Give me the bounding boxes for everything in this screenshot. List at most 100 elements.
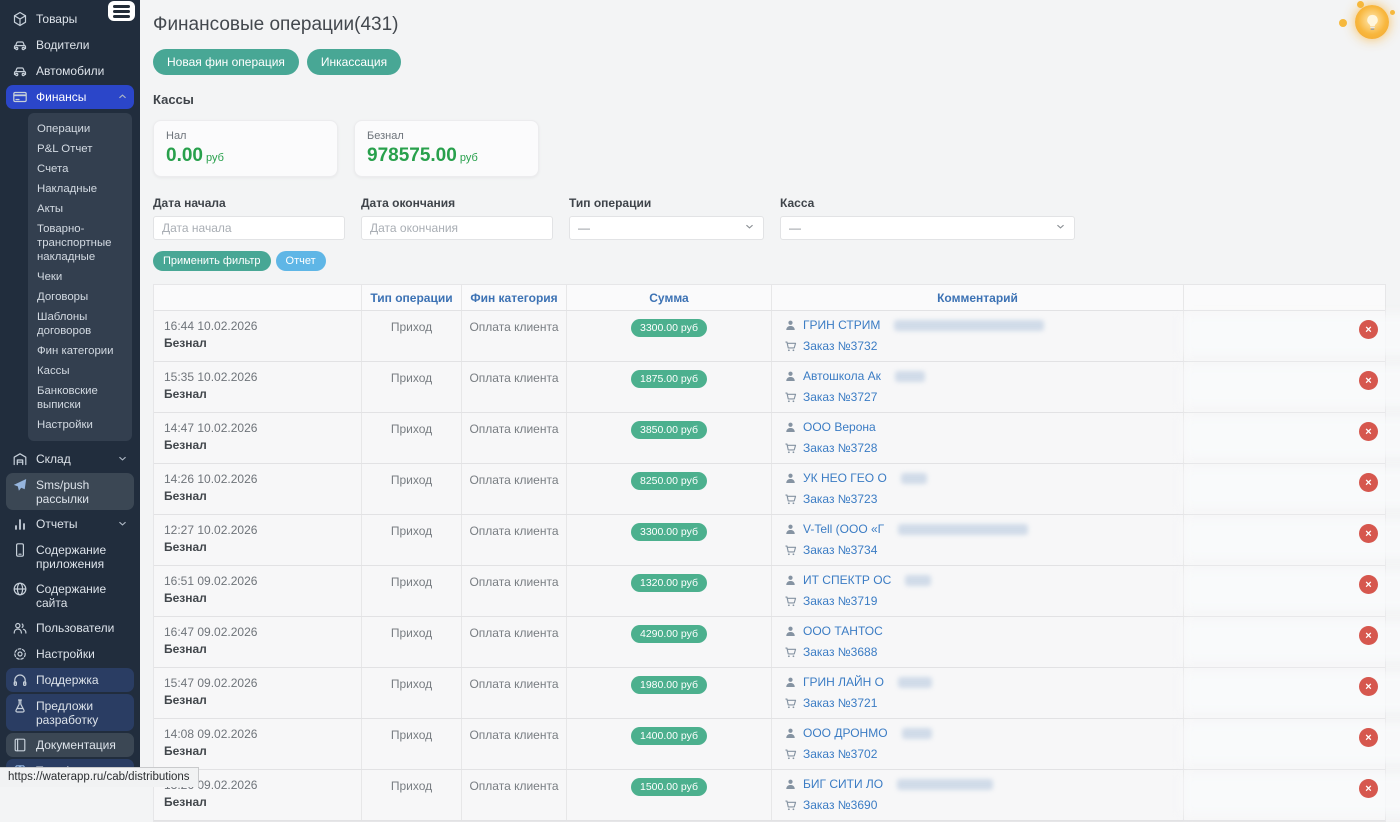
client-link[interactable]: Автошкола Ак	[803, 369, 881, 383]
delete-button[interactable]: ×	[1359, 422, 1378, 441]
order-link[interactable]: Заказ №3688	[803, 645, 877, 659]
cell-fin-category: Оплата клиента	[462, 362, 567, 412]
client-link[interactable]: ООО ДРОНМО	[803, 726, 888, 740]
sidebar-item-suggest-development[interactable]: Предложи разработку	[6, 694, 134, 731]
delete-button[interactable]: ×	[1359, 677, 1378, 696]
cell-operation-type: Приход	[362, 413, 462, 463]
headphones-icon	[12, 672, 28, 688]
sparkle-dot	[1339, 19, 1347, 27]
sidebar-item-reports[interactable]: Отчеты	[6, 512, 134, 536]
cell-operation-type: Приход	[362, 362, 462, 412]
submenu-item[interactable]: Товарно-транспортные накладные	[37, 219, 126, 267]
client-link[interactable]: УК НЕО ГЕО О	[803, 471, 887, 485]
cell-amount: 4290.00 руб	[567, 617, 772, 667]
collection-button[interactable]: Инкассация	[307, 49, 401, 75]
submenu-item[interactable]: Шаблоны договоров	[37, 307, 126, 341]
cell-fin-category: Оплата клиента	[462, 515, 567, 565]
order-link[interactable]: Заказ №3690	[803, 798, 877, 812]
sidebar-item-settings[interactable]: Настройки	[6, 642, 134, 666]
person-icon	[784, 472, 797, 485]
delete-button[interactable]: ×	[1359, 473, 1378, 492]
cell-amount: 1980.00 руб	[567, 668, 772, 718]
submenu-item[interactable]: Счета	[37, 159, 126, 179]
payment-method: Безнал	[164, 489, 353, 503]
client-link[interactable]: ИТ СПЕКТР ОС	[803, 573, 891, 587]
operation-type-select[interactable]: —	[569, 216, 764, 240]
submenu-item[interactable]: Кассы	[37, 361, 126, 381]
order-link[interactable]: Заказ №3727	[803, 390, 877, 404]
delete-button[interactable]: ×	[1359, 626, 1378, 645]
sidebar-item-users[interactable]: Пользователи	[6, 616, 134, 640]
sidebar-item-finances[interactable]: Финансы	[6, 85, 134, 109]
submenu-item[interactable]: Чеки	[37, 267, 126, 287]
whats-new-bulb-icon[interactable]	[1353, 3, 1391, 41]
sidebar-item-label: Содержание приложения	[36, 542, 128, 571]
sidebar-item-site-content[interactable]: Содержание сайта	[6, 577, 134, 614]
person-icon	[784, 778, 797, 791]
phone-icon	[12, 542, 28, 558]
sidebar-item-support[interactable]: Поддержка	[6, 668, 134, 692]
date-end-input[interactable]	[361, 216, 553, 240]
delete-button[interactable]: ×	[1359, 779, 1378, 798]
submenu-item[interactable]: Настройки	[37, 415, 126, 435]
header-empty	[154, 285, 362, 310]
report-button[interactable]: Отчет	[276, 251, 326, 271]
order-link[interactable]: Заказ №3734	[803, 543, 877, 557]
main-content: Финансовые операции(431) Новая фин опера…	[140, 0, 1400, 787]
submenu-item[interactable]: P&L Отчет	[37, 139, 126, 159]
client-link[interactable]: ГРИН ЛАЙН О	[803, 675, 884, 689]
amount-badge: 8250.00 руб	[631, 472, 707, 490]
apply-filter-button[interactable]: Применить фильтр	[153, 251, 271, 271]
page-title: Финансовые операции(431)	[153, 14, 1386, 36]
sidebar-item-sms-push[interactable]: Sms/push рассылки	[6, 473, 134, 510]
client-link[interactable]: ООО ТАНТОС	[803, 624, 883, 638]
cell-actions: ×	[1184, 413, 1385, 463]
cart-icon	[784, 799, 797, 812]
cell-actions: ×	[1184, 464, 1385, 514]
chevron-up-icon	[117, 89, 128, 105]
sidebar-item-documentation[interactable]: Документация	[6, 733, 134, 757]
box-icon	[12, 11, 28, 27]
cell-datetime: 14:08 09.02.2026 Безнал	[154, 719, 362, 769]
client-link[interactable]: V-Tell (ООО «Г	[803, 522, 884, 536]
client-link[interactable]: БИГ СИТИ ЛО	[803, 777, 883, 791]
header-amount: Сумма	[567, 285, 772, 310]
sidebar-item-label: Sms/push рассылки	[36, 477, 128, 506]
submenu-item[interactable]: Операции	[37, 119, 126, 139]
delete-button[interactable]: ×	[1359, 575, 1378, 594]
new-operation-button[interactable]: Новая фин операция	[153, 49, 299, 75]
submenu-item[interactable]: Акты	[37, 199, 126, 219]
client-link[interactable]: ООО Верона	[803, 420, 876, 434]
submenu-item[interactable]: Накладные	[37, 179, 126, 199]
submenu-item[interactable]: Фин категории	[37, 341, 126, 361]
cashbox-select[interactable]: —	[780, 216, 1075, 240]
order-link[interactable]: Заказ №3728	[803, 441, 877, 455]
delete-button[interactable]: ×	[1359, 320, 1378, 339]
sidebar-item-app-content[interactable]: Содержание приложения	[6, 538, 134, 575]
cashboxes-label: Кассы	[153, 92, 1386, 107]
order-link[interactable]: Заказ №3732	[803, 339, 877, 353]
table-row: 15:47 09.02.2026 Безнал Приход Оплата кл…	[154, 668, 1385, 719]
submenu-item[interactable]: Банковские выписки	[37, 381, 126, 415]
cell-comment: ИТ СПЕКТР ОС Заказ №3719	[772, 566, 1184, 616]
table-row: 16:51 09.02.2026 Безнал Приход Оплата кл…	[154, 566, 1385, 617]
sidebar-item-label: Документация	[36, 737, 116, 752]
cell-amount: 1400.00 руб	[567, 719, 772, 769]
delete-button[interactable]: ×	[1359, 524, 1378, 543]
sidebar-item-cars[interactable]: Автомобили	[6, 59, 134, 83]
delete-button[interactable]: ×	[1359, 371, 1378, 390]
order-link[interactable]: Заказ №3702	[803, 747, 877, 761]
amount-badge: 3300.00 руб	[631, 319, 707, 337]
cashbox-label: Безнал	[367, 130, 526, 142]
menu-toggle-button[interactable]	[108, 1, 135, 21]
delete-button[interactable]: ×	[1359, 728, 1378, 747]
order-link[interactable]: Заказ №3721	[803, 696, 877, 710]
submenu-item[interactable]: Договоры	[37, 287, 126, 307]
sidebar-item-warehouse[interactable]: Склад	[6, 447, 134, 471]
sidebar-item-label: Пользователи	[36, 620, 114, 635]
order-link[interactable]: Заказ №3723	[803, 492, 877, 506]
date-start-input[interactable]	[153, 216, 345, 240]
sidebar-item-drivers[interactable]: Водители	[6, 33, 134, 57]
client-link[interactable]: ГРИН СТРИМ	[803, 318, 880, 332]
order-link[interactable]: Заказ №3719	[803, 594, 877, 608]
